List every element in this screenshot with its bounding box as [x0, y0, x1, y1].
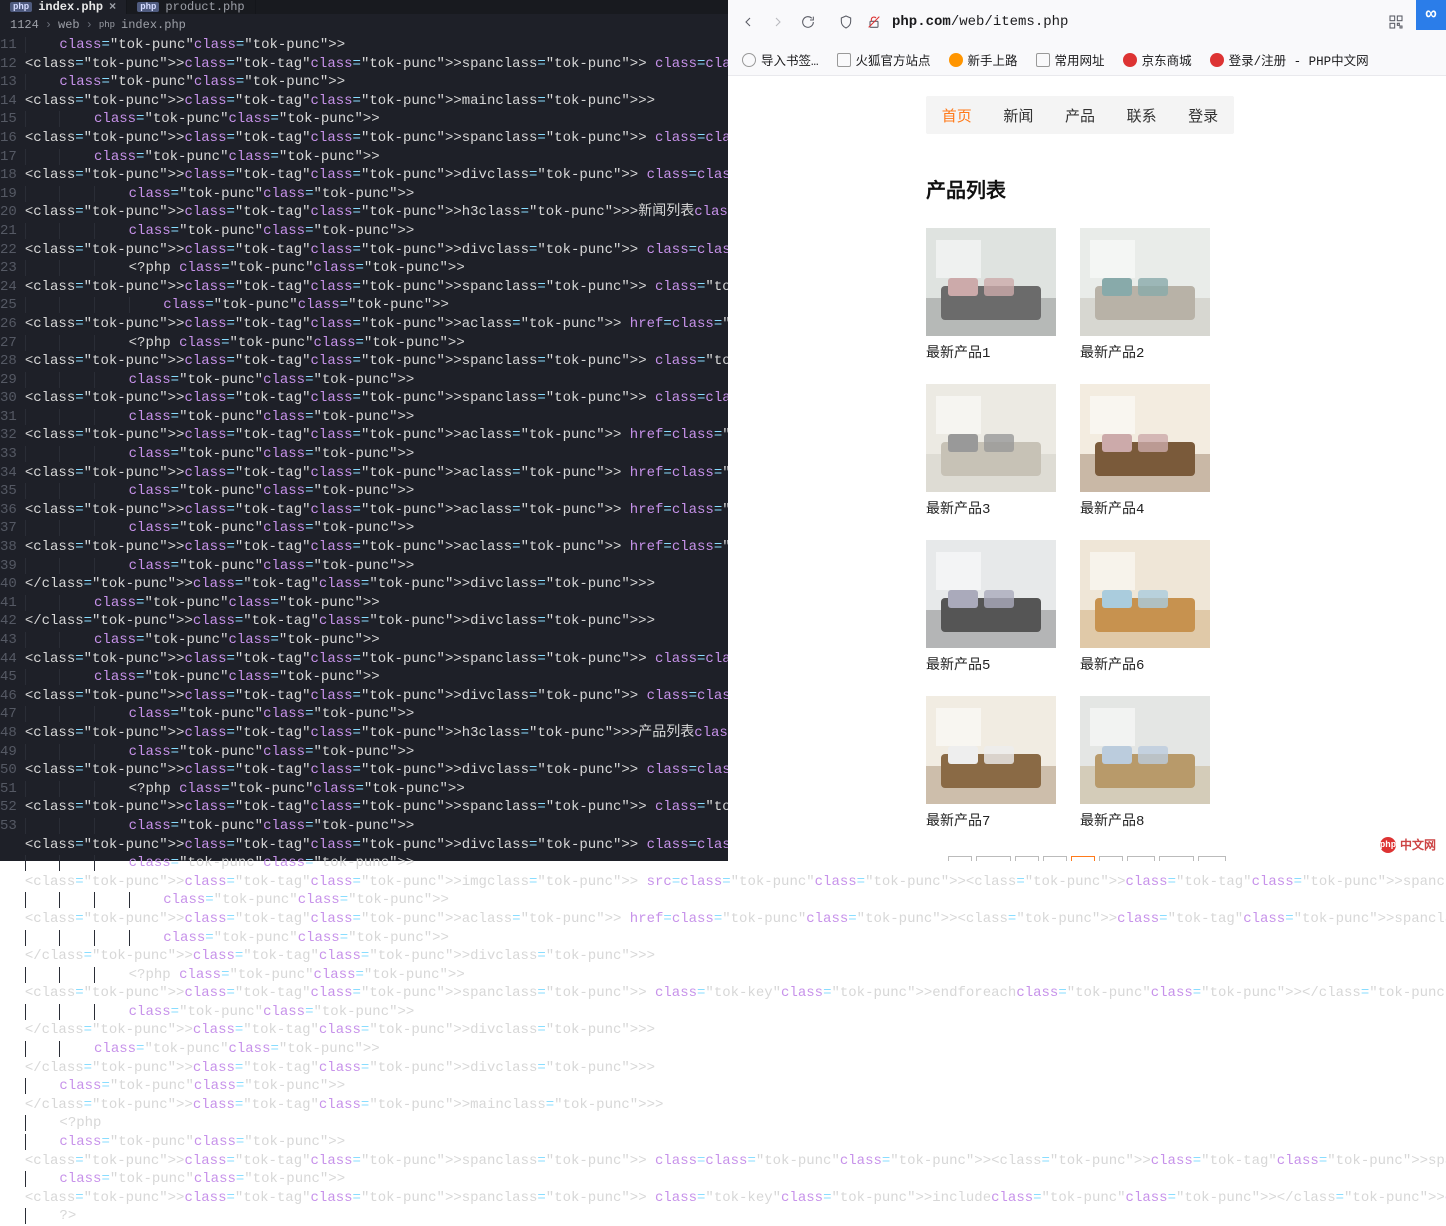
pager-item[interactable]: 9 [1099, 856, 1123, 861]
product-card[interactable]: 最新产品5 [926, 540, 1056, 674]
code-area[interactable]: 1112131415161718192021222324252627282930… [0, 36, 728, 1226]
pager-item[interactable]: ... [1159, 856, 1194, 861]
site-nav: 首页新闻产品联系登录 [926, 96, 1234, 134]
bookmark-item[interactable]: 新手上路 [949, 50, 1018, 69]
php-icon: php [99, 20, 115, 30]
product-card[interactable]: 最新产品8 [1080, 696, 1210, 830]
product-image[interactable] [926, 696, 1056, 804]
product-title[interactable]: 最新产品1 [926, 342, 1056, 362]
bookmark-label: 火狐官方站点 [856, 50, 931, 69]
product-image[interactable] [1080, 384, 1210, 492]
lock-open-icon[interactable] [864, 12, 884, 32]
jd-icon [1123, 53, 1137, 67]
tab-label: index.php [38, 0, 103, 14]
page-title: 产品列表 [926, 174, 1248, 204]
url-host: php.com [892, 14, 951, 30]
infinity-icon[interactable]: ∞ [1416, 0, 1446, 30]
browser-pane: ∞ php.com/web/items.php 导入书签… 火狐官方站点 新手上… [728, 0, 1446, 861]
tab-label: product.php [165, 0, 244, 14]
nav-item[interactable]: 产品 [1049, 105, 1111, 126]
product-card[interactable]: 最新产品1 [926, 228, 1056, 362]
watermark: php 中文网 [1380, 836, 1436, 853]
pager-item[interactable]: 20 [1198, 856, 1226, 861]
qr-icon[interactable] [1386, 12, 1406, 32]
product-card[interactable]: 最新产品2 [1080, 228, 1210, 362]
pager: 1... 6789 10... 20 [926, 856, 1248, 861]
pager-item[interactable]: 8 [1071, 856, 1095, 861]
product-title[interactable]: 最新产品6 [1080, 654, 1210, 674]
close-icon[interactable]: × [109, 0, 116, 14]
bookmark-item[interactable]: 导入书签… [742, 50, 819, 69]
tab-product-php[interactable]: php product.php [127, 0, 255, 14]
address-bar[interactable]: php.com/web/items.php [828, 8, 1376, 36]
back-icon[interactable] [738, 12, 758, 32]
product-title[interactable]: 最新产品2 [1080, 342, 1210, 362]
pager-item[interactable]: 7 [1043, 856, 1067, 861]
product-title[interactable]: 最新产品7 [926, 810, 1056, 830]
bookmark-item[interactable]: 火狐官方站点 [837, 50, 931, 69]
php-icon [1210, 53, 1224, 67]
pager-item[interactable]: 6 [1015, 856, 1039, 861]
product-image[interactable] [926, 384, 1056, 492]
bookmarks-bar: 导入书签… 火狐官方站点 新手上路 常用网址 京东商城 登录/注册 - PHP中… [728, 44, 1446, 76]
breadcrumb-seg[interactable]: index.php [121, 18, 186, 32]
line-gutter: 1112131415161718192021222324252627282930… [0, 36, 25, 1226]
nav-item[interactable]: 登录 [1172, 105, 1234, 126]
breadcrumb-seg[interactable]: web [58, 18, 80, 32]
nav-item[interactable]: 首页 [926, 105, 988, 126]
product-card[interactable]: 最新产品6 [1080, 540, 1210, 674]
import-icon [742, 53, 756, 67]
tab-index-php[interactable]: php index.php × [0, 0, 127, 14]
editor-tabs: php index.php × php product.php [0, 0, 728, 14]
bookmark-label: 导入书签… [761, 50, 819, 69]
php-icon: php [137, 2, 159, 12]
bookmark-item[interactable]: 登录/注册 - PHP中文网 [1210, 50, 1369, 69]
url-path: /web/items.php [951, 14, 1069, 30]
product-image[interactable] [1080, 696, 1210, 804]
product-title[interactable]: 最新产品5 [926, 654, 1056, 674]
product-image[interactable] [926, 228, 1056, 336]
code-editor: php index.php × php product.php 1124 › w… [0, 0, 728, 861]
bookmark-label: 京东商城 [1142, 50, 1192, 69]
reload-icon[interactable] [798, 12, 818, 32]
chevron-right-icon: › [45, 18, 52, 32]
php-icon: php [1380, 837, 1396, 853]
pager-item[interactable]: 1 [948, 856, 972, 861]
php-icon: php [10, 2, 32, 12]
folder-icon [837, 53, 851, 67]
product-grid: 最新产品1 最新产品2 最新产品3 最新产品4 [926, 228, 1248, 830]
product-card[interactable]: 最新产品3 [926, 384, 1056, 518]
shield-icon[interactable] [836, 12, 856, 32]
browser-toolbar: php.com/web/items.php [728, 0, 1446, 44]
bookmark-label: 新手上路 [968, 50, 1018, 69]
pager-item[interactable]: ... [976, 856, 1011, 861]
product-image[interactable] [926, 540, 1056, 648]
nav-item[interactable]: 新闻 [988, 105, 1050, 126]
product-title[interactable]: 最新产品8 [1080, 810, 1210, 830]
product-title[interactable]: 最新产品4 [1080, 498, 1210, 518]
folder-icon [1036, 53, 1050, 67]
product-image[interactable] [1080, 228, 1210, 336]
breadcrumb-seg[interactable]: 1124 [10, 18, 39, 32]
bookmark-item[interactable]: 京东商城 [1123, 50, 1192, 69]
bookmark-label: 常用网址 [1055, 50, 1105, 69]
bookmark-item[interactable]: 常用网址 [1036, 50, 1105, 69]
breadcrumb: 1124 › web › php index.php [0, 14, 728, 36]
forward-icon [768, 12, 788, 32]
bookmark-label: 登录/注册 - PHP中文网 [1229, 50, 1369, 69]
product-card[interactable]: 最新产品4 [1080, 384, 1210, 518]
product-card[interactable]: 最新产品7 [926, 696, 1056, 830]
product-title[interactable]: 最新产品3 [926, 498, 1056, 518]
page-body: 首页新闻产品联系登录 产品列表 最新产品1 最新产品2 最新产品3 [728, 76, 1446, 861]
watermark-text: 中文网 [1400, 836, 1436, 853]
pager-item[interactable]: 10 [1127, 856, 1155, 861]
nav-item[interactable]: 联系 [1111, 105, 1173, 126]
firefox-icon [949, 53, 963, 67]
chevron-right-icon: › [86, 18, 93, 32]
product-image[interactable] [1080, 540, 1210, 648]
